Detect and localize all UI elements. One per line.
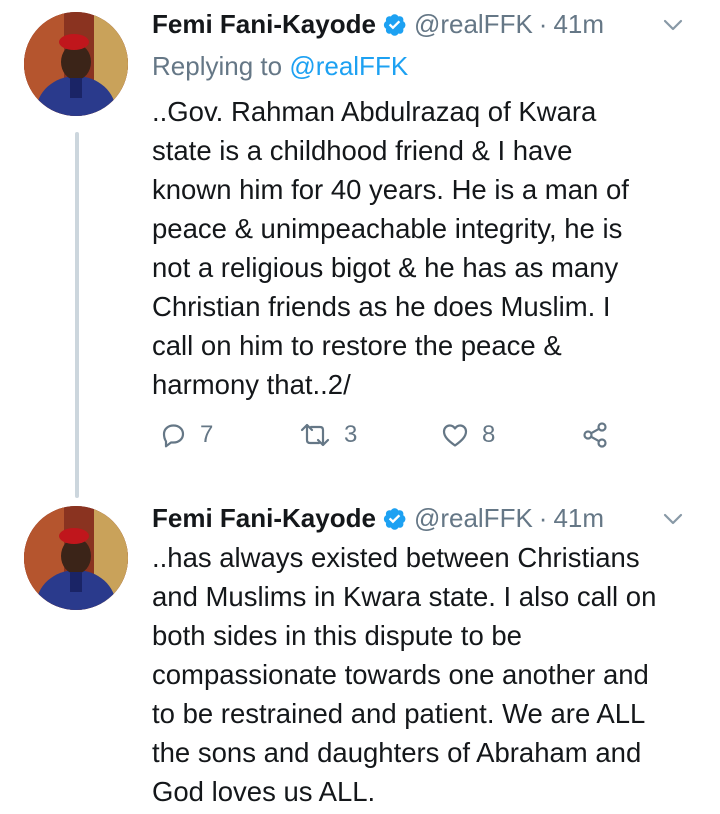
verified-badge-icon — [382, 12, 407, 37]
tweet-text-line: and Muslims in Kwara state. I also call … — [152, 581, 657, 612]
replying-to-label: Replying to — [152, 51, 290, 81]
reply-icon — [162, 424, 185, 448]
author-name[interactable]: Femi Fani-Kayode — [152, 8, 376, 40]
chevron-down-icon[interactable] — [660, 12, 686, 38]
tweet-text: ..has always existed between Christians … — [152, 538, 712, 811]
thread-line — [75, 132, 79, 498]
author-name[interactable]: Femi Fani-Kayode — [152, 502, 376, 534]
share-icon — [583, 422, 607, 448]
tweet-header: Femi Fani-Kayode @realFFK · 41m — [152, 8, 604, 40]
tweet[interactable]: Femi Fani-Kayode @realFFK · 41m Replying… — [0, 0, 720, 500]
retweet-count: 3 — [344, 421, 358, 448]
tweet-text-line: the sons and daughters of Abraham and — [152, 737, 642, 768]
tweet-header: Femi Fani-Kayode @realFFK · 41m — [152, 502, 604, 534]
timestamp[interactable]: 41m — [553, 8, 604, 40]
tweet-text-line: ..Gov. Rahman Abdulrazaq of Kwara — [152, 96, 597, 127]
reply-count: 7 — [200, 421, 214, 448]
tweet[interactable]: Femi Fani-Kayode @realFFK · 41m ..has al… — [0, 500, 720, 814]
like-count: 8 — [482, 421, 496, 448]
separator-dot: · — [538, 9, 548, 39]
verified-badge-icon — [382, 506, 407, 531]
separator-dot: · — [538, 503, 548, 533]
replying-to: Replying to @realFFK — [152, 50, 408, 82]
reply-button[interactable]: 7 — [158, 420, 213, 450]
replying-to-handle[interactable]: @realFFK — [289, 51, 408, 81]
like-icon — [442, 424, 468, 447]
author-handle[interactable]: @realFFK — [414, 502, 533, 534]
tweet-text-line: harmony that..2/ — [152, 369, 351, 400]
tweet-text-line: compassionate towards one another and — [152, 659, 649, 690]
tweet-text-line: to be restrained and patient. We are ALL — [152, 698, 646, 729]
like-button[interactable]: 8 — [440, 420, 495, 450]
avatar[interactable] — [24, 506, 128, 610]
author-handle[interactable]: @realFFK — [414, 8, 533, 40]
tweet-text-line: Christian friends as he does Muslim. I — [152, 291, 611, 322]
retweet-button[interactable]: 3 — [298, 420, 357, 450]
tweet-text-line: not a religious bigot & he has as many — [152, 252, 619, 283]
timestamp[interactable]: 41m — [553, 502, 604, 534]
share-button[interactable] — [580, 420, 610, 450]
retweet-icon — [300, 423, 330, 447]
avatar[interactable] — [24, 12, 128, 116]
tweet-text-line: both sides in this dispute to be — [152, 620, 522, 651]
tweet-text-line: ..has always existed between Christians — [152, 542, 640, 573]
tweet-text: ..Gov. Rahman Abdulrazaq of Kwara state … — [152, 92, 712, 404]
tweet-text-line: God loves us ALL. — [152, 776, 376, 807]
chevron-down-icon[interactable] — [660, 506, 686, 532]
tweet-text-line: known him for 40 years. He is a man of — [152, 174, 629, 205]
tweet-text-line: call on him to restore the peace & — [152, 330, 562, 361]
tweet-text-line: peace & unimpeachable integrity, he is — [152, 213, 623, 244]
tweet-actions: 7 3 8 — [152, 420, 632, 460]
tweet-text-line: state is a childhood friend & I have — [152, 135, 573, 166]
